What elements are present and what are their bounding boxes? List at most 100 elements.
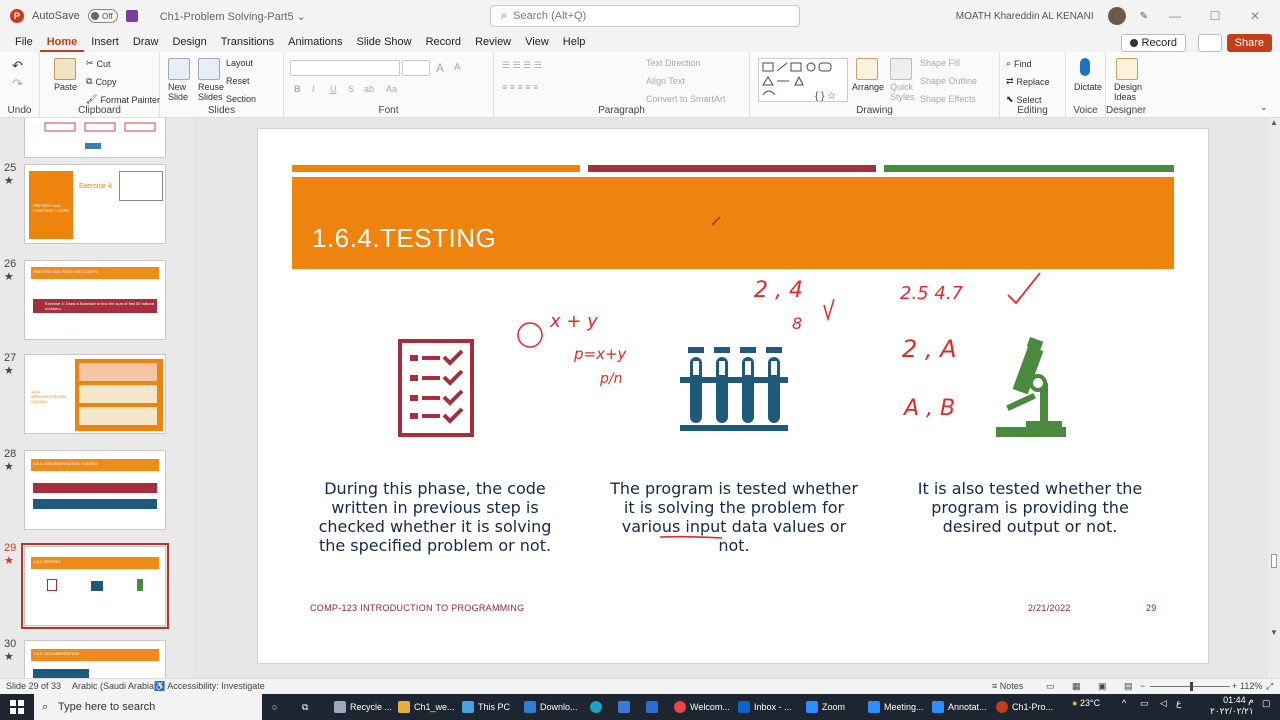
align-text-button[interactable]: Align Text (646, 76, 685, 86)
scroll-down-icon[interactable]: ▼ (1270, 628, 1278, 637)
paste-icon[interactable] (54, 58, 76, 80)
save-icon[interactable] (125, 10, 138, 22)
taskbar-app-this-pc[interactable]: This PC (462, 697, 510, 717)
taskbar-app-annotate[interactable]: Annotat... (932, 697, 987, 717)
cut-button[interactable]: ✂ Cut (86, 58, 111, 69)
tray-chevron-icon[interactable]: ^ (1122, 698, 1126, 708)
comments-button[interactable] (1198, 34, 1222, 52)
taskbar-app-edge[interactable] (590, 697, 602, 717)
shape-effects-button[interactable]: Shape Effects (920, 94, 976, 104)
arrange-icon[interactable] (856, 58, 878, 80)
paste-button[interactable]: Paste (54, 82, 77, 92)
close-icon[interactable]: ✕ (1242, 9, 1268, 23)
search-input[interactable]: ⌕ Search (Alt+Q) (490, 5, 800, 27)
taskbar-app-meeting[interactable]: Meeting... (868, 697, 924, 717)
align-icon[interactable]: ≡ ≡ ≡ ≡ ≡ (502, 82, 538, 92)
taskbar-app-chrome[interactable]: Welcom... (674, 697, 730, 717)
notes-button[interactable]: ≡ Notes (992, 681, 1023, 691)
design-ideas-button[interactable]: Design Ideas (1114, 82, 1142, 102)
slide-thumbnail-24[interactable] (24, 118, 166, 158)
taskbar-app-powerpoint[interactable]: Ch1-Pro... (996, 697, 1053, 717)
slide-thumbnail-pane[interactable]: 25 ★ PRETEST AND POSTTEST LOOPS Exercise … (0, 118, 194, 678)
shrink-font-button[interactable]: A (454, 62, 461, 73)
dictate-button[interactable]: Dictate (1074, 82, 1102, 92)
tab-home[interactable]: Home (39, 32, 85, 52)
microphone-icon[interactable] (1080, 58, 1090, 76)
taskbar-app-zoom[interactable]: Zoom (806, 697, 845, 717)
layout-button[interactable]: Layout (226, 58, 253, 68)
tab-slide-show[interactable]: Slide Show (350, 32, 419, 52)
collapse-ribbon-icon[interactable]: ⌄ (1260, 102, 1268, 113)
tab-view[interactable]: View (518, 32, 556, 52)
taskbar-app-mail[interactable] (646, 697, 658, 717)
autosave-toggle[interactable]: Off (87, 9, 118, 23)
minimize-icon[interactable]: — (1162, 9, 1188, 23)
reuse-slides-icon[interactable] (198, 58, 220, 80)
new-slide-icon[interactable] (168, 58, 190, 80)
slide-thumbnail-28[interactable]: 1.6.3. IMPLEMENTATION: CODING (24, 450, 166, 530)
quick-styles-icon[interactable] (890, 58, 912, 80)
grow-font-button[interactable]: A (436, 61, 444, 75)
find-button[interactable]: ⌕ Find (1006, 58, 1032, 69)
select-button[interactable]: ⬉ Select (1006, 94, 1042, 105)
scroll-thumb[interactable] (1271, 554, 1277, 568)
slide-thumbnail-27[interactable]: 1.6.3. IMPLEMENTATION: CODING (24, 354, 166, 434)
tab-animations[interactable]: Animations (281, 32, 349, 52)
change-case-button[interactable]: Aa (386, 84, 397, 94)
bold-button[interactable]: B (294, 84, 301, 94)
shape-fill-button[interactable]: Shape Fill (920, 58, 960, 68)
taskbar-search-input[interactable]: ⌕ Type here to search (34, 694, 262, 720)
column-text-2[interactable]: The program is tested whether it is solv… (606, 479, 862, 555)
tab-design[interactable]: Design (165, 32, 213, 52)
redo-icon[interactable]: ↷ (12, 76, 23, 92)
share-button[interactable]: Share (1226, 34, 1272, 52)
language-indicator[interactable]: Arabic (Saudi Arabia) (72, 681, 157, 691)
undo-icon[interactable]: ↶ (12, 58, 23, 74)
weather-widget[interactable]: ● 23°C (1072, 698, 1100, 708)
reading-view-icon[interactable]: ▣ (1098, 681, 1107, 692)
section-button[interactable]: Section (226, 94, 256, 104)
volume-icon[interactable]: ◁ (1160, 698, 1167, 709)
column-text-1[interactable]: During this phase, the code written in p… (304, 479, 566, 555)
maximize-icon[interactable]: ☐ (1202, 9, 1228, 23)
zoom-out-icon[interactable]: − (1140, 681, 1145, 691)
taskbar-app-downloads[interactable]: Downlo... (524, 697, 578, 717)
tab-insert[interactable]: Insert (84, 32, 126, 52)
slide-thumbnail-29[interactable]: 1.6.4.TESTING (21, 543, 169, 629)
tab-draw[interactable]: Draw (126, 32, 166, 52)
underline-button[interactable]: U (330, 84, 337, 94)
task-view-icon[interactable]: ⧉ (302, 697, 308, 717)
vertical-scrollbar[interactable]: ▲ ▼ (1268, 118, 1280, 678)
zoom-level[interactable]: 112% (1240, 681, 1262, 691)
notifications-icon[interactable]: ▢ (1262, 698, 1271, 709)
font-size-select[interactable] (402, 60, 430, 76)
slide-thumbnail-26[interactable]: PRETEST AND POSTTEST LOOPS Exercise 4: D… (24, 260, 166, 340)
normal-view-icon[interactable]: ▭ (1046, 681, 1055, 692)
tab-file[interactable]: File (8, 32, 40, 52)
slide-sorter-icon[interactable]: ▦ (1072, 681, 1081, 692)
windows-start-icon[interactable] (10, 700, 24, 714)
convert-smartart-button[interactable]: Convert to SmartArt (646, 94, 726, 104)
scroll-up-icon[interactable]: ▲ (1270, 118, 1278, 127)
text-direction-button[interactable]: Text Direction (646, 58, 701, 68)
title-band[interactable]: 1.6.4.TESTING (292, 177, 1174, 269)
network-icon[interactable]: ▭ (1140, 698, 1149, 709)
reuse-slides-button[interactable]: Reuse Slides (198, 82, 224, 102)
italic-button[interactable]: I (312, 84, 315, 94)
new-slide-button[interactable]: New Slide (168, 82, 188, 102)
slide-thumbnail-30[interactable]: 1.6.5. DOCUMENTATION (24, 640, 166, 678)
tab-record[interactable]: Record (419, 32, 468, 52)
tab-help[interactable]: Help (556, 32, 593, 52)
document-title[interactable]: Ch1-Problem Solving-Part5 ⌄ (160, 10, 306, 23)
format-painter-button[interactable]: 🖌 Format Painter (86, 94, 160, 105)
fit-slide-icon[interactable]: ⤢ (1266, 681, 1273, 692)
arrange-button[interactable]: Arrange (852, 82, 884, 92)
slide-thumbnail-25[interactable]: PRETEST AND POSTTEST LOOPS Exercise 4 (24, 164, 166, 244)
replace-button[interactable]: ⇄ Replace (1006, 76, 1050, 87)
font-name-select[interactable] (290, 60, 400, 76)
tab-review[interactable]: Review (468, 32, 518, 52)
copy-button[interactable]: ⧉ Copy (86, 76, 116, 87)
clock[interactable]: 01:44 م ٢٠٢٢/٠٢/٢١ (1210, 695, 1254, 717)
language-icon[interactable]: ع (1176, 698, 1181, 709)
shapes-gallery[interactable]: { } ☆ (758, 58, 848, 102)
